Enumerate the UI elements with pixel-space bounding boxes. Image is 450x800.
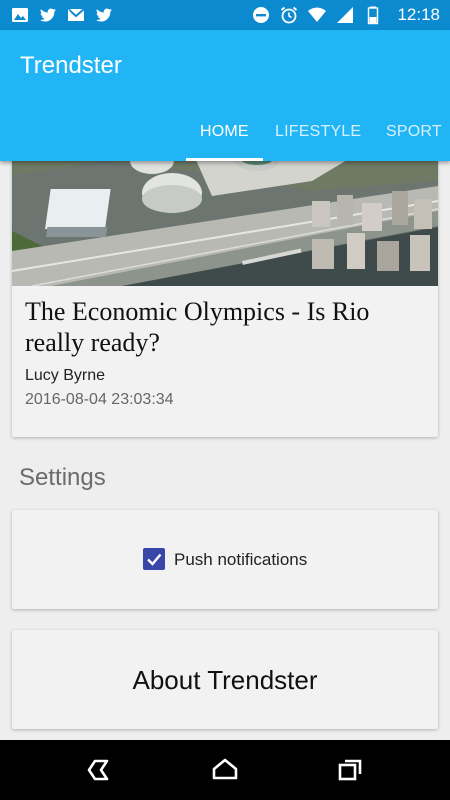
- twitter-icon: [40, 8, 56, 22]
- alarm-icon: [281, 6, 298, 24]
- navigation-bar: [0, 740, 450, 800]
- article-title: The Economic Olympics - Is Rio really re…: [25, 297, 370, 357]
- about-label: About Trendster: [132, 665, 318, 695]
- article-card[interactable]: The Economic Olympics - Is Rio really re…: [12, 161, 438, 437]
- article-date: 2016-08-04 23:03:34: [25, 391, 174, 408]
- do-not-disturb-icon: [253, 7, 270, 23]
- image-icon: [12, 8, 28, 22]
- tab-home[interactable]: HOME: [200, 123, 249, 141]
- signal-icon: [337, 7, 354, 23]
- push-notifications-card: Push notifications: [12, 510, 438, 609]
- system-icons: 12:18: [251, 5, 440, 25]
- notification-icons: [10, 5, 114, 25]
- wifi-icon: [308, 7, 327, 22]
- article-image: [12, 161, 438, 286]
- about-button[interactable]: About Trendster: [12, 630, 438, 729]
- gmail-icon: [67, 8, 85, 21]
- checkmark-icon: [147, 553, 162, 566]
- content-scroll[interactable]: The Economic Olympics - Is Rio really re…: [0, 161, 450, 740]
- tab-bar: HOME LIFESTYLE SPORT: [0, 101, 450, 161]
- push-notifications-label[interactable]: Push notifications: [174, 550, 307, 570]
- app-bar: Trendster HOME LIFESTYLE SPORT: [0, 30, 450, 161]
- push-notifications-checkbox[interactable]: [143, 548, 165, 570]
- status-bar: 12:18: [0, 0, 450, 30]
- home-icon[interactable]: [210, 756, 240, 784]
- tab-lifestyle[interactable]: LIFESTYLE: [275, 123, 361, 141]
- app-title: Trendster: [20, 52, 122, 79]
- settings-heading: Settings: [19, 464, 106, 491]
- article-author: Lucy Byrne: [25, 367, 106, 384]
- tab-indicator: [186, 158, 263, 161]
- tab-sport[interactable]: SPORT: [386, 123, 442, 141]
- battery-icon: [368, 6, 379, 25]
- status-clock: 12:18: [397, 5, 440, 24]
- back-icon[interactable]: [85, 756, 115, 784]
- recents-icon[interactable]: [335, 756, 365, 784]
- twitter-icon: [96, 8, 112, 22]
